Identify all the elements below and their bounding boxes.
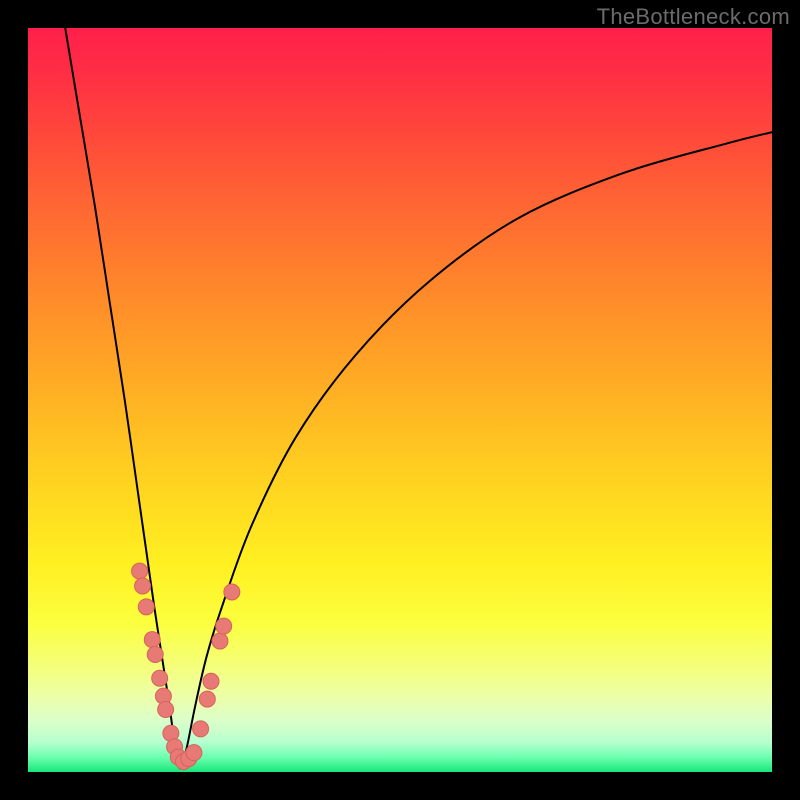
bead-marker xyxy=(132,563,148,579)
bead-marker xyxy=(199,691,215,707)
plot-area xyxy=(28,28,772,772)
bead-marker xyxy=(212,633,228,649)
bead-marker xyxy=(147,646,163,662)
curve-layer xyxy=(28,28,772,772)
marker-group xyxy=(132,563,240,769)
bead-marker xyxy=(138,599,154,615)
bead-marker xyxy=(203,673,219,689)
curve-group xyxy=(65,28,772,768)
chart-frame: TheBottleneck.com xyxy=(0,0,800,800)
bead-marker xyxy=(224,584,240,600)
bead-marker xyxy=(158,702,174,718)
watermark-text: TheBottleneck.com xyxy=(597,4,790,30)
bead-marker xyxy=(193,721,209,737)
bead-marker xyxy=(216,618,232,634)
series-right-branch xyxy=(181,132,772,768)
bead-marker xyxy=(152,670,168,686)
bead-marker xyxy=(186,745,202,761)
bead-marker xyxy=(144,632,160,648)
bead-marker xyxy=(135,578,151,594)
